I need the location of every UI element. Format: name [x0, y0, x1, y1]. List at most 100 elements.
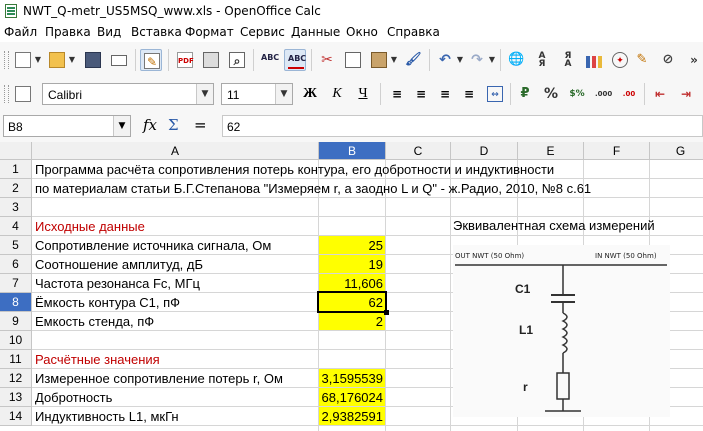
toolbar-grip[interactable]: [4, 85, 9, 103]
row-header-11[interactable]: 11: [0, 350, 32, 369]
cell-b12[interactable]: 3,1595539: [319, 371, 385, 386]
insert-chart-button[interactable]: [583, 49, 605, 71]
sort-ascending-button[interactable]: AЯ: [531, 49, 553, 71]
cell-a8[interactable]: Ёмкость контура С1, пФ: [35, 295, 180, 310]
cut-button[interactable]: ✂: [316, 49, 338, 71]
row-header-5[interactable]: 5: [0, 236, 32, 255]
export-pdf-button[interactable]: PDF: [174, 49, 196, 71]
function-wizard-icon[interactable]: 𝑓x: [143, 116, 157, 134]
row-header-8[interactable]: 8: [0, 293, 32, 312]
print-button[interactable]: [200, 49, 222, 71]
column-header-c[interactable]: C: [386, 142, 451, 160]
open-button[interactable]: [46, 49, 68, 71]
font-size-combo[interactable]: 11 ▼: [221, 83, 293, 105]
save-button[interactable]: [82, 49, 104, 71]
styles-button[interactable]: [12, 83, 34, 105]
undo-dropdown-arrow[interactable]: ▼: [456, 49, 464, 71]
paste-button[interactable]: [368, 49, 390, 71]
row-header-1[interactable]: 1: [0, 160, 32, 179]
cell-a6[interactable]: Соотношение амплитуд, дБ: [35, 257, 203, 272]
increase-indent-button[interactable]: ⇥: [675, 83, 697, 105]
cell-a12[interactable]: Измеренное сопротивление потерь r, Ом: [35, 371, 283, 386]
row-header-14[interactable]: 14: [0, 407, 32, 426]
row-header-9[interactable]: 9: [0, 312, 32, 331]
row-header-6[interactable]: 6: [0, 255, 32, 274]
sum-icon[interactable]: Σ: [168, 116, 179, 134]
italic-button[interactable]: К: [327, 83, 347, 105]
menu-data[interactable]: Данные: [291, 25, 340, 39]
cell-a1[interactable]: Программа расчёта сопротивления потерь к…: [35, 162, 554, 177]
cell-d4[interactable]: Эквивалентная схема измерений: [453, 218, 655, 233]
edit-file-button[interactable]: ✎: [140, 49, 162, 71]
cell-b6[interactable]: 19: [319, 257, 385, 272]
menu-window[interactable]: Окно: [346, 25, 378, 39]
copy-button[interactable]: [342, 49, 364, 71]
cell-a11[interactable]: Расчётные значения: [35, 352, 160, 367]
decrease-indent-button[interactable]: ⇤: [649, 83, 671, 105]
cell-a13[interactable]: Добротность: [35, 390, 112, 405]
menu-view[interactable]: Вид: [97, 25, 121, 39]
cell-b13[interactable]: 68,176024: [319, 390, 385, 405]
cell-b7[interactable]: 11,606: [319, 276, 385, 291]
percent-format-button[interactable]: %: [540, 83, 562, 105]
row-header-3[interactable]: 3: [0, 198, 32, 217]
cell-b5[interactable]: 25: [319, 238, 385, 253]
column-header-d[interactable]: D: [451, 142, 518, 160]
column-header-a[interactable]: A: [32, 142, 319, 160]
merge-cells-button[interactable]: ↔: [484, 83, 506, 105]
currency-format-button[interactable]: ₽: [514, 83, 536, 105]
cell-a7[interactable]: Частота резонанса Fc, МГц: [35, 276, 200, 291]
menu-file[interactable]: Файл: [4, 25, 37, 39]
chevron-down-icon[interactable]: ▼: [275, 84, 292, 104]
row-header-7[interactable]: 7: [0, 274, 32, 293]
underline-button[interactable]: Ч: [353, 83, 373, 105]
cell-b9[interactable]: 2: [319, 314, 385, 329]
redo-button[interactable]: ↷: [466, 49, 488, 71]
redo-dropdown-arrow[interactable]: ▼: [488, 49, 496, 71]
menu-edit[interactable]: Правка: [45, 25, 91, 39]
cell-a14[interactable]: Индуктивность L1, мкГн: [35, 409, 179, 424]
name-box[interactable]: B8 ▼: [3, 115, 131, 137]
align-left-button[interactable]: ≡: [386, 83, 408, 105]
fill-handle[interactable]: [384, 310, 389, 315]
equals-icon[interactable]: =: [194, 116, 207, 134]
standard-format-button[interactable]: $%: [566, 83, 588, 105]
toolbar-more-button[interactable]: »: [683, 49, 703, 71]
hyperlink-button[interactable]: 🌐: [505, 49, 527, 71]
chevron-down-icon[interactable]: ▼: [196, 84, 213, 104]
justify-button[interactable]: ≡: [458, 83, 480, 105]
cell-a9[interactable]: Емкость стенда, пФ: [35, 314, 154, 329]
align-right-button[interactable]: ≡: [434, 83, 456, 105]
email-button[interactable]: [108, 49, 130, 71]
font-name-combo[interactable]: Calibri ▼: [42, 83, 214, 105]
menu-tools[interactable]: Сервис: [240, 25, 285, 39]
navigator-button[interactable]: ✦: [609, 49, 631, 71]
new-dropdown-arrow[interactable]: ▼: [34, 49, 42, 71]
toolbar-grip[interactable]: [4, 51, 9, 69]
column-header-e[interactable]: E: [518, 142, 584, 160]
column-header-f[interactable]: F: [584, 142, 650, 160]
delete-decimal-button[interactable]: .00: [618, 83, 640, 105]
cell-a5[interactable]: Сопротивление источника сигнала, Ом: [35, 238, 271, 253]
undo-button[interactable]: ↶: [434, 49, 456, 71]
formula-input[interactable]: 62: [222, 115, 703, 137]
equivalent-circuit-image[interactable]: OUT NWT (50 Ohm) IN NWT (50 Ohm) C1 L1 r: [453, 245, 670, 417]
clone-formatting-button[interactable]: 🖌: [402, 49, 424, 71]
cell-a2[interactable]: по материалам статьи Б.Г.Степанова "Изме…: [35, 181, 591, 196]
row-header-2[interactable]: 2: [0, 179, 32, 198]
add-decimal-button[interactable]: .000: [592, 83, 614, 105]
cell-a4[interactable]: Исходные данные: [35, 219, 145, 234]
bold-button[interactable]: Ж: [300, 83, 320, 105]
open-dropdown-arrow[interactable]: ▼: [68, 49, 76, 71]
row-header-13[interactable]: 13: [0, 388, 32, 407]
row-header-12[interactable]: 12: [0, 369, 32, 388]
sort-descending-button[interactable]: ЯA: [557, 49, 579, 71]
print-preview-button[interactable]: ⌕: [226, 49, 248, 71]
column-header-g[interactable]: G: [650, 142, 703, 160]
menu-insert[interactable]: Вставка: [131, 25, 182, 39]
row-header-10[interactable]: 10: [0, 331, 32, 350]
spellcheck-button[interactable]: ABC: [258, 49, 280, 71]
select-all-corner[interactable]: [0, 142, 32, 160]
align-center-button[interactable]: ≡: [410, 83, 432, 105]
column-header-b[interactable]: B: [319, 142, 386, 160]
